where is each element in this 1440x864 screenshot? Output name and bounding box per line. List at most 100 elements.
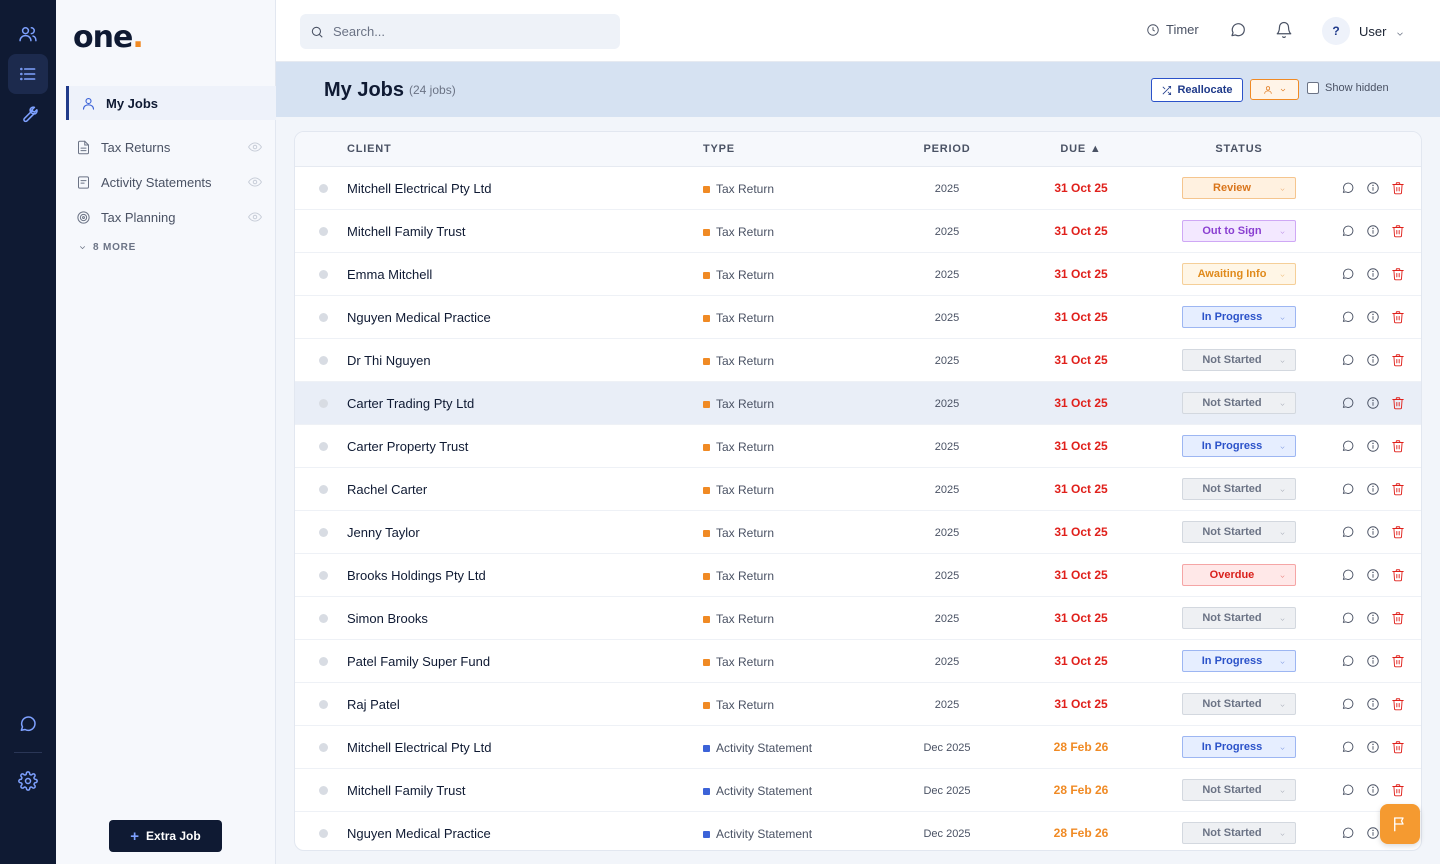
client-name[interactable]: Raj Patel [347, 697, 400, 712]
table-row[interactable]: Brooks Holdings Pty Ltd Tax Return 2025 31 … [295, 554, 1421, 597]
eye-icon[interactable] [248, 140, 262, 154]
delete-button[interactable] [1391, 353, 1405, 367]
column-header-period[interactable]: PERIOD [897, 143, 997, 155]
client-name[interactable]: Mitchell Family Trust [347, 783, 465, 798]
timer-button[interactable]: Timer [1146, 22, 1199, 37]
comment-button[interactable] [1341, 826, 1355, 840]
row-status-dot[interactable] [319, 356, 328, 365]
feedback-button[interactable] [1380, 804, 1420, 844]
rail-chat-button[interactable] [8, 704, 48, 744]
client-name[interactable]: Simon Brooks [347, 611, 428, 626]
info-button[interactable] [1366, 267, 1380, 281]
rail-settings-button[interactable] [8, 761, 48, 801]
comment-button[interactable] [1341, 654, 1355, 668]
comment-button[interactable] [1341, 525, 1355, 539]
info-button[interactable] [1366, 224, 1380, 238]
table-row[interactable]: Dr Thi Nguyen Tax Return 2025 31 Oct 25 Not … [295, 339, 1421, 382]
info-button[interactable] [1366, 353, 1380, 367]
status-dropdown[interactable]: Not Started [1182, 392, 1296, 414]
comment-button[interactable] [1341, 396, 1355, 410]
delete-button[interactable] [1391, 482, 1405, 496]
user-menu-chevron[interactable] [1395, 26, 1405, 44]
comment-button[interactable] [1341, 310, 1355, 324]
row-status-dot[interactable] [319, 227, 328, 236]
client-name[interactable]: Mitchell Family Trust [347, 224, 465, 239]
info-button[interactable] [1366, 568, 1380, 582]
extra-job-button[interactable]: + Extra Job [109, 820, 222, 852]
status-dropdown[interactable]: Out to Sign [1182, 220, 1296, 242]
delete-button[interactable] [1391, 697, 1405, 711]
table-row[interactable]: Patel Family Super Fund Tax Return 2025 31 … [295, 640, 1421, 683]
client-name[interactable]: Mitchell Electrical Pty Ltd [347, 181, 492, 196]
row-status-dot[interactable] [319, 485, 328, 494]
table-row[interactable]: Emma Mitchell Tax Return 2025 31 Oct 25 Awai… [295, 253, 1421, 296]
row-status-dot[interactable] [319, 614, 328, 623]
table-row[interactable]: Simon Brooks Tax Return 2025 31 Oct 25 Not S… [295, 597, 1421, 640]
delete-button[interactable] [1391, 654, 1405, 668]
row-status-dot[interactable] [319, 571, 328, 580]
column-header-client[interactable]: CLIENT [347, 143, 392, 155]
delete-button[interactable] [1391, 783, 1405, 797]
delete-button[interactable] [1391, 568, 1405, 582]
row-status-dot[interactable] [319, 743, 328, 752]
table-row[interactable]: Carter Trading Pty Ltd Tax Return 2025 31 O… [295, 382, 1421, 425]
info-button[interactable] [1366, 611, 1380, 625]
comment-button[interactable] [1341, 267, 1355, 281]
delete-button[interactable] [1391, 439, 1405, 453]
nav-item-tax-planning[interactable]: Tax Planning [76, 202, 262, 232]
status-dropdown[interactable]: Review [1182, 177, 1296, 199]
rail-clients-button[interactable] [8, 14, 48, 54]
comment-button[interactable] [1341, 224, 1355, 238]
row-status-dot[interactable] [319, 313, 328, 322]
show-hidden-checkbox[interactable] [1307, 82, 1319, 94]
client-name[interactable]: Rachel Carter [347, 482, 427, 497]
user-menu-label[interactable]: User [1359, 24, 1386, 39]
client-name[interactable]: Dr Thi Nguyen [347, 353, 431, 368]
info-button[interactable] [1366, 826, 1380, 840]
comment-button[interactable] [1341, 568, 1355, 582]
delete-button[interactable] [1391, 181, 1405, 195]
status-dropdown[interactable]: Not Started [1182, 779, 1296, 801]
row-status-dot[interactable] [319, 700, 328, 709]
info-button[interactable] [1366, 396, 1380, 410]
status-dropdown[interactable]: Not Started [1182, 822, 1296, 844]
comment-button[interactable] [1341, 783, 1355, 797]
status-dropdown[interactable]: In Progress [1182, 736, 1296, 758]
status-dropdown[interactable]: Overdue [1182, 564, 1296, 586]
info-button[interactable] [1366, 783, 1380, 797]
nav-item-activity-statements[interactable]: Activity Statements [76, 167, 262, 197]
row-status-dot[interactable] [319, 399, 328, 408]
info-button[interactable] [1366, 482, 1380, 496]
status-dropdown[interactable]: In Progress [1182, 435, 1296, 457]
eye-icon[interactable] [248, 175, 262, 189]
app-logo[interactable]: one. [73, 20, 144, 55]
table-row[interactable]: Mitchell Electrical Pty Ltd Activity Stat… [295, 726, 1421, 769]
status-dropdown[interactable]: Not Started [1182, 521, 1296, 543]
table-row[interactable]: Raj Patel Tax Return 2025 31 Oct 25 Not Star… [295, 683, 1421, 726]
row-status-dot[interactable] [319, 657, 328, 666]
info-button[interactable] [1366, 439, 1380, 453]
delete-button[interactable] [1391, 310, 1405, 324]
messages-button[interactable] [1229, 21, 1247, 39]
delete-button[interactable] [1391, 224, 1405, 238]
client-name[interactable]: Mitchell Electrical Pty Ltd [347, 740, 492, 755]
client-name[interactable]: Carter Trading Pty Ltd [347, 396, 474, 411]
info-button[interactable] [1366, 654, 1380, 668]
search-box[interactable] [300, 14, 620, 49]
row-status-dot[interactable] [319, 786, 328, 795]
delete-button[interactable] [1391, 396, 1405, 410]
avatar[interactable]: ? [1322, 17, 1350, 45]
info-button[interactable] [1366, 181, 1380, 195]
table-row[interactable]: Carter Property Trust Tax Return 2025 31 Oc… [295, 425, 1421, 468]
client-name[interactable]: Nguyen Medical Practice [347, 826, 491, 841]
client-name[interactable]: Brooks Holdings Pty Ltd [347, 568, 486, 583]
delete-button[interactable] [1391, 611, 1405, 625]
comment-button[interactable] [1341, 482, 1355, 496]
search-input[interactable] [333, 24, 613, 39]
reallocate-button[interactable]: Reallocate [1151, 78, 1243, 102]
comment-button[interactable] [1341, 611, 1355, 625]
row-status-dot[interactable] [319, 270, 328, 279]
nav-item-tax-returns[interactable]: Tax Returns [76, 132, 262, 162]
status-dropdown[interactable]: Not Started [1182, 693, 1296, 715]
comment-button[interactable] [1341, 181, 1355, 195]
